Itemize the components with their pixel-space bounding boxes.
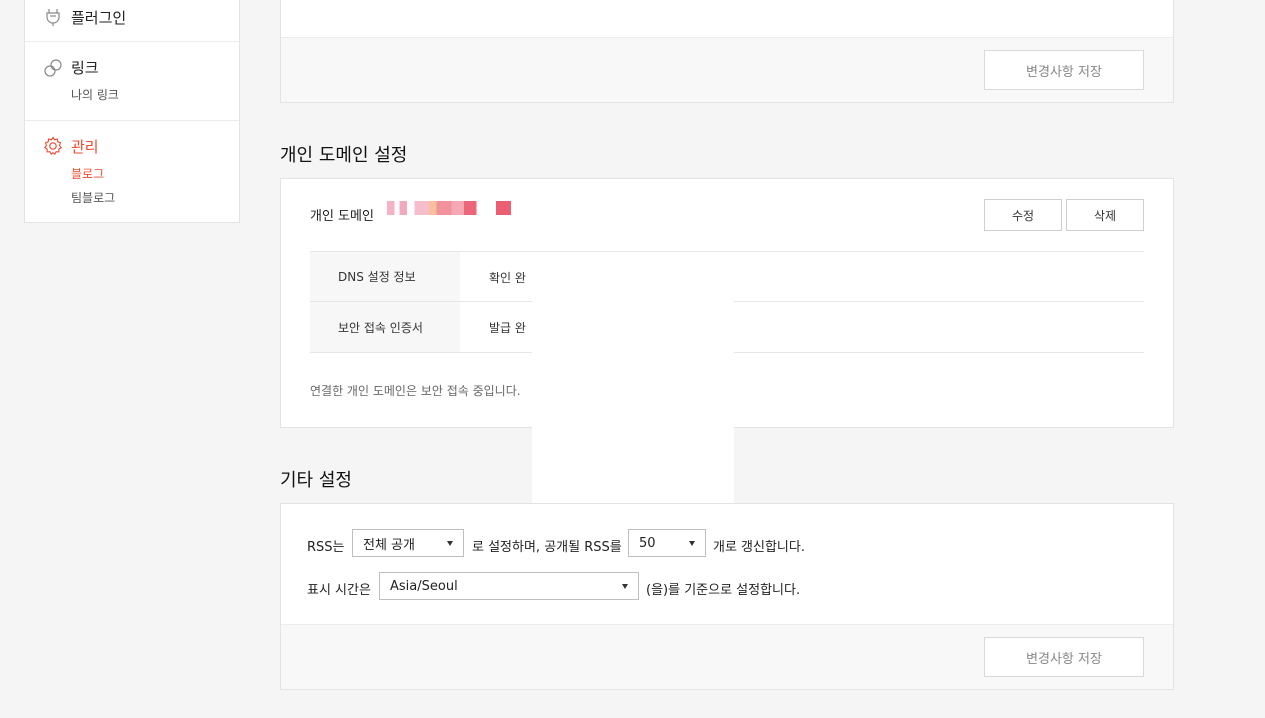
save-bar: 변경사항 저장 [281, 37, 1173, 102]
domain-label: 개인 도메인 [310, 209, 374, 224]
sidebar-item-link[interactable]: 링크 나의 링크 [25, 42, 239, 121]
sidebar-item-plugin[interactable]: 플러그인 [25, 0, 239, 42]
edit-button[interactable]: 수정 [984, 199, 1062, 231]
link-icon [44, 59, 62, 77]
time-suffix-text: (을)를 기준으로 설정합니다. [646, 583, 801, 598]
sidebar-subitem-blog[interactable]: 블로그 [71, 165, 104, 182]
timezone-select[interactable]: Asia/Seoul [379, 572, 639, 600]
other-settings-box: RSS는 전체 공개 로 설정하며, 공개될 RSS를 50 개로 갱신합니다.… [280, 503, 1174, 690]
sidebar: 플러그인 링크 나의 링크 관리 블로그 팀블로그 [24, 0, 240, 223]
sidebar-item-label: 관리 [71, 138, 99, 156]
rss-suffix-text: 개로 갱신합니다. [713, 540, 805, 555]
previous-settings-box: 변경사항 저장 [280, 0, 1174, 103]
domain-status-note: 연결한 개인 도메인은 보안 접속 중입니다. [310, 384, 521, 398]
rss-count-value: 50 [639, 535, 656, 551]
save-bar: 변경사항 저장 [281, 624, 1173, 689]
sidebar-item-label: 링크 [71, 59, 99, 77]
rss-prefix-text: RSS는 [307, 540, 345, 555]
section-title-other: 기타 설정 [280, 470, 352, 491]
cert-info-value: 발급 완 [489, 321, 526, 335]
time-prefix-text: 표시 시간은 [307, 583, 371, 598]
cert-info-label: 보안 접속 인증서 [310, 302, 460, 352]
rss-visibility-select[interactable]: 전체 공개 [352, 529, 464, 557]
sidebar-subitem-my-link[interactable]: 나의 링크 [71, 86, 119, 103]
chevron-down-icon [689, 541, 695, 546]
section-title-domain: 개인 도메인 설정 [280, 145, 408, 166]
sidebar-item-manage[interactable]: 관리 블로그 팀블로그 [25, 121, 239, 222]
dns-info-label: DNS 설정 정보 [310, 252, 460, 301]
redacted-domain [387, 201, 511, 215]
save-button[interactable]: 변경사항 저장 [984, 50, 1144, 90]
domain-settings-box: 개인 도메인 수정 삭제 DNS 설정 정보 확인 완 보안 접속 인증서 발급… [280, 178, 1174, 515]
timezone-value: Asia/Seoul [390, 578, 458, 594]
sidebar-item-label: 플러그인 [71, 9, 127, 27]
rss-count-select[interactable]: 50 [628, 529, 706, 557]
rss-visibility-value: 전체 공개 [363, 537, 415, 553]
redaction-mask [532, 261, 734, 515]
delete-button[interactable]: 삭제 [1066, 199, 1144, 231]
chevron-down-icon [447, 541, 453, 546]
rss-middle-text: 로 설정하며, 공개될 RSS를 [472, 540, 622, 555]
sidebar-subitem-teamblog[interactable]: 팀블로그 [71, 189, 115, 206]
chevron-down-icon [622, 584, 628, 589]
save-button[interactable]: 변경사항 저장 [984, 637, 1144, 677]
gear-icon [43, 136, 63, 156]
dns-info-value: 확인 완 [489, 271, 526, 285]
plug-icon [46, 9, 60, 26]
